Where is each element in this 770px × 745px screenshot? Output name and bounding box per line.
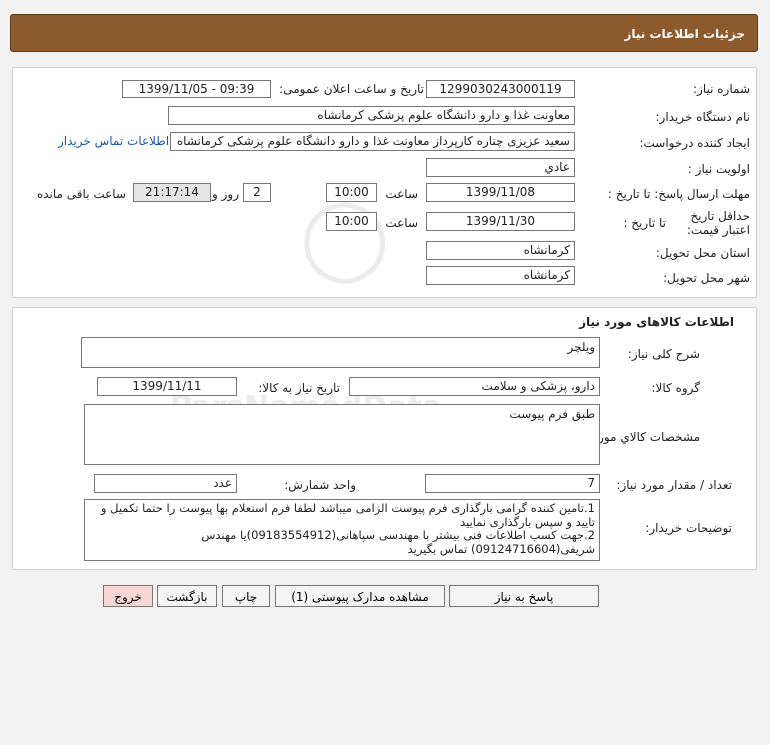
quantity-label: تعداد / مقدار مورد نیاز: [616,478,732,492]
quantity-field: 7 [425,474,600,493]
remaining-time-field: 21:17:14 [133,183,211,202]
delivery-province-label: استان محل تحویل: [655,246,750,260]
buyer-org-field: معاونت غذا و دارو دانشگاه علوم پزشکی کرم… [168,106,575,125]
goods-group-field: دارو، پزشکی و سلامت [349,377,600,396]
unit-label: واحد شمارش: [284,478,356,492]
need-date-label: تاریخ نیاز به کالا: [258,381,340,395]
priority-field: عادي [426,158,575,177]
buyer-contact-link[interactable]: اطلاعات تماس خریدار [58,134,169,148]
buyer-notes-field: 1.تامین کننده گرامی بارگذاری فرم پیوست ا… [84,499,600,561]
need-number-field: 1299030243000119 [426,80,575,98]
need-number-label: شماره نیاز: [693,82,750,96]
priority-label: اولویت نیاز : [687,162,750,176]
goods-section-title: اطلاعات کالاهای مورد نیاز [579,315,734,329]
days-label: روز و [212,187,239,201]
deadline-date-field: 1399/11/08 [426,183,575,202]
deadline-hour-label: ساعت [385,187,418,201]
requester-label: ایجاد کننده درخواست: [639,136,750,150]
buyer-notes-line-2: 2.جهت کسب اطلاعات فنی بیشتر با مهندسی سپ… [201,528,595,556]
exit-button[interactable]: خروج [103,585,153,607]
buyer-notes-label: توضیحات خریدار: [645,521,732,535]
delivery-city-field: کرمانشاه [426,266,575,285]
price-validity-label: حداقل تاریخ اعتبار قیمت: [686,209,750,237]
deadline-time-field: 10:00 [326,183,377,202]
buyer-org-label: نام دستگاه خریدار: [655,110,751,124]
price-validity-date-field: 1399/11/30 [426,212,575,231]
need-date-field: 1399/11/11 [97,377,237,396]
need-summary-label: شرح کلی نیاز: [627,347,700,361]
back-button[interactable]: بازگشت [157,585,217,607]
unit-field: عدد [94,474,237,493]
price-validity-to-label: تا تاریخ : [623,216,666,230]
price-validity-hour-label: ساعت [385,216,418,230]
price-validity-time-field: 10:00 [326,212,377,231]
delivery-city-label: شهر محل تحویل: [663,271,750,285]
announce-datetime-field: 1399/11/05 - 09:39 [122,80,271,98]
remaining-label: ساعت باقی مانده [36,187,126,201]
days-remaining-field: 2 [243,183,271,202]
page-header: جزئیات اطلاعات نیاز [10,14,758,52]
page-title: جزئیات اطلاعات نیاز [624,27,745,41]
view-attachments-button[interactable]: مشاهده مدارک پیوستی (1) [275,585,445,607]
need-summary-field: ویلچر [81,337,600,368]
announce-datetime-label: تاریخ و ساعت اعلان عمومی: [279,82,424,96]
delivery-province-field: کرمانشاه [426,241,575,260]
need-info-panel [12,67,757,298]
buyer-notes-line-1: 1.تامین کننده گرامی بارگذاری فرم پیوست ا… [100,501,595,529]
goods-specs-field: طبق فرم پیوست [84,404,600,465]
print-button[interactable]: چاپ [222,585,270,607]
reply-to-need-button[interactable]: پاسخ به نیاز [449,585,599,607]
deadline-label: مهلت ارسال پاسخ: تا تاریخ : [607,187,750,201]
requester-field: سعید عزیزی چناره کارپرداز معاونت غذا و د… [170,132,575,151]
goods-group-label: گروه کالا: [651,381,701,395]
